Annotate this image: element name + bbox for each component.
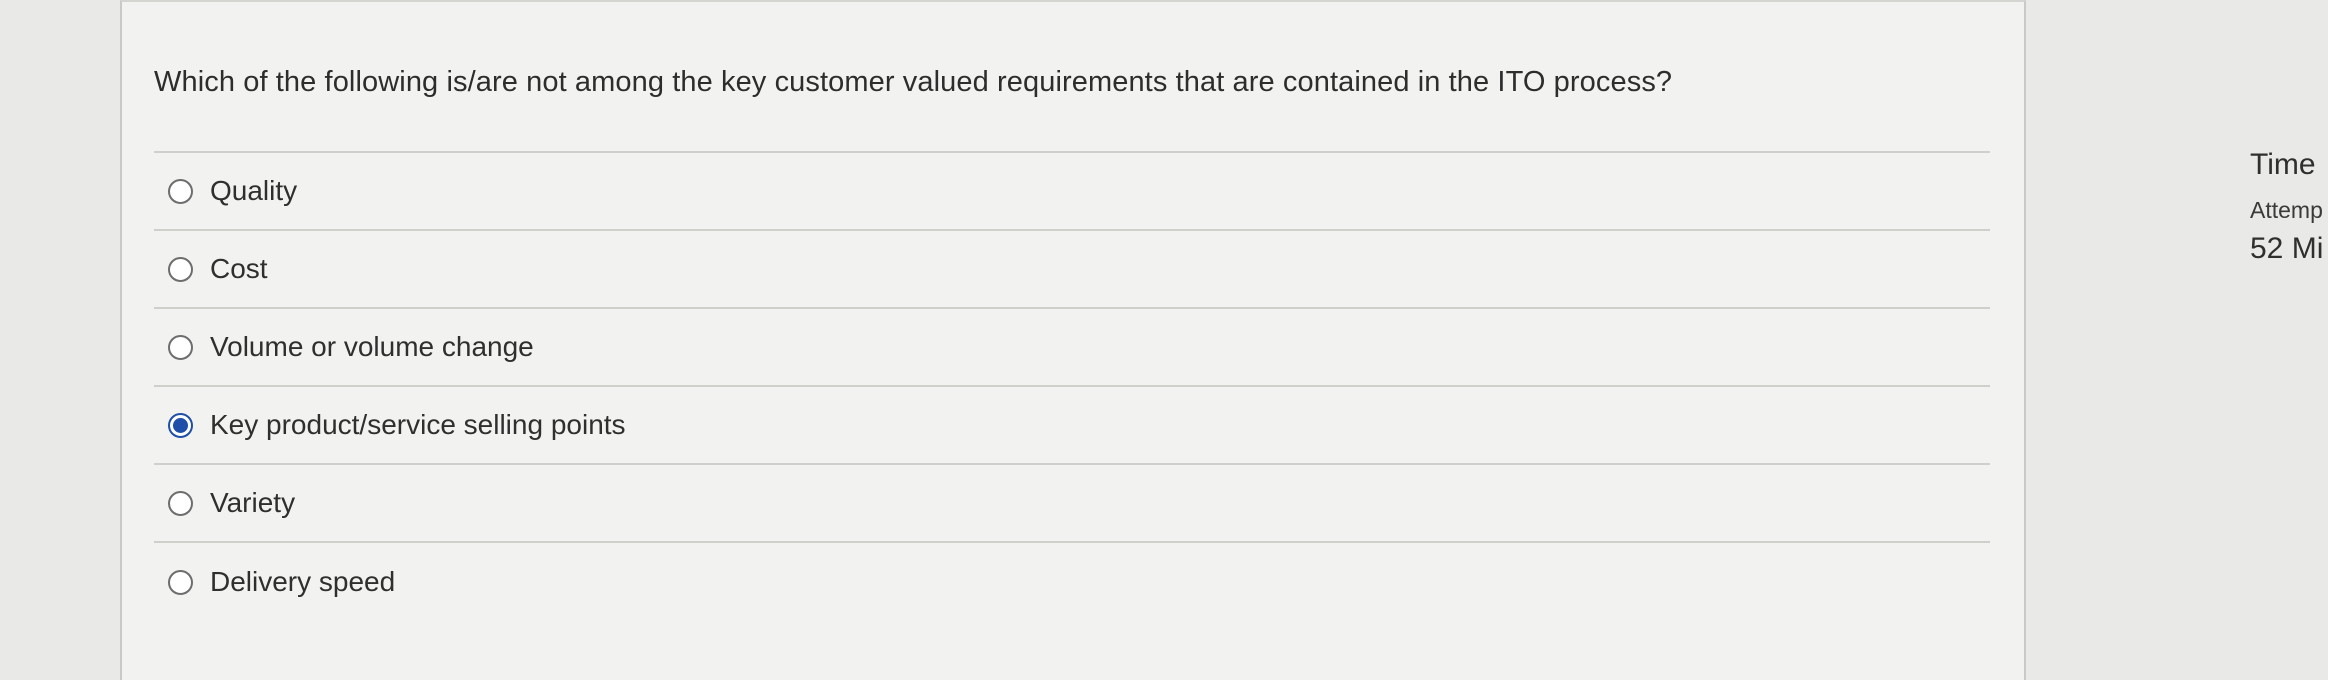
option-label: Volume or volume change: [210, 331, 534, 362]
option-key-selling-points[interactable]: Key product/service selling points: [154, 387, 1990, 465]
attempt-label: Attemp: [2250, 197, 2323, 223]
radio-unselected-icon[interactable]: [168, 569, 193, 595]
time-title: Time: [2250, 148, 2316, 181]
radio-unselected-icon[interactable]: [168, 490, 193, 516]
radio-dot: [173, 417, 188, 433]
option-delivery-speed[interactable]: Delivery speed: [154, 543, 1990, 621]
option-cost[interactable]: Cost: [154, 231, 1990, 309]
option-volume[interactable]: Volume or volume change: [154, 309, 1990, 387]
radio-unselected-icon[interactable]: [168, 256, 193, 282]
option-label: Cost: [210, 253, 268, 284]
radio-unselected-icon[interactable]: [168, 334, 193, 360]
option-label: Quality: [210, 175, 298, 206]
radio-unselected-icon[interactable]: [168, 178, 193, 204]
time-panel: Time Attemp 52 Mi: [2250, 145, 2328, 267]
option-label: Key product/service selling points: [210, 409, 626, 440]
question-card: Which of the following is/are not among …: [120, 0, 2026, 680]
answer-options: Quality Cost Volume or volume change Key…: [154, 153, 1990, 621]
radio-selected-icon[interactable]: [168, 412, 193, 438]
question-text: Which of the following is/are not among …: [154, 66, 1673, 98]
time-remaining: 52 Mi: [2250, 232, 2324, 265]
option-quality[interactable]: Quality: [154, 153, 1990, 231]
option-label: Delivery speed: [210, 566, 396, 597]
option-variety[interactable]: Variety: [154, 465, 1990, 543]
option-label: Variety: [210, 487, 296, 518]
